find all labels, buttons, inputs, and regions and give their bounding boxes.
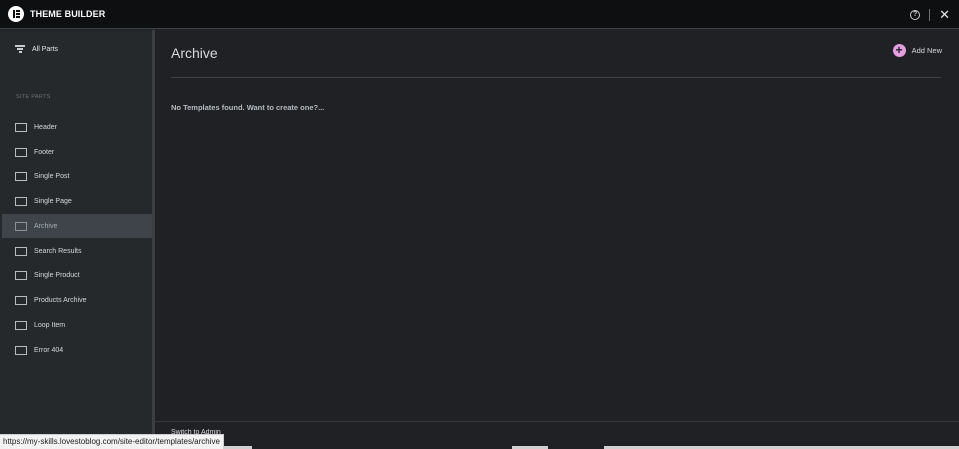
sidebar-item-single-post[interactable]: Single Post [2, 164, 153, 188]
main-content: Archive + Add New No Templates found. Wa… [155, 30, 959, 449]
sidebar-item-footer[interactable]: Footer [2, 140, 153, 164]
sidebar-item-single-page[interactable]: Single Page [2, 189, 153, 213]
sidebar-item-label: Search Results [34, 247, 82, 255]
sidebar-item-label: Error 404 [34, 346, 64, 354]
sidebar-item-label: Footer [34, 148, 55, 156]
close-icon[interactable]: ✕ [939, 8, 950, 21]
sidebar-item-archive[interactable]: Archive [2, 214, 153, 238]
topbar-actions: ? ✕ [910, 0, 950, 29]
page-title: Archive [171, 45, 218, 61]
single-product-icon [15, 270, 27, 280]
elementor-logo-icon [8, 6, 24, 22]
all-parts-filter[interactable]: All Parts [15, 45, 58, 53]
sidebar-item-products-archive[interactable]: Products Archive [2, 288, 153, 312]
sidebar-item-error-404[interactable]: Error 404 [2, 338, 153, 362]
filter-icon [15, 45, 25, 53]
plus-icon: + [892, 44, 906, 57]
sidebar-item-loop-item[interactable]: Loop Item [2, 313, 153, 337]
title-divider [171, 77, 941, 78]
sidebar-item-label: Loop Item [34, 321, 66, 329]
header-template-icon [15, 122, 27, 132]
error-404-icon [15, 345, 27, 355]
sidebar-item-header[interactable]: Header [2, 115, 153, 139]
sidebar-item-search-results[interactable]: Search Results [2, 239, 153, 263]
site-parts-heading: SITE PARTS [16, 94, 51, 100]
help-icon[interactable]: ? [910, 9, 921, 20]
sidebar-item-label: Single Page [34, 197, 72, 205]
add-new-button[interactable]: + Add New [892, 44, 942, 57]
sidebar-item-label: Products Archive [34, 296, 87, 304]
products-archive-icon [15, 295, 27, 305]
footer-template-icon [15, 147, 27, 157]
status-bar-url: https://my-skills.lovestoblog.com/site-e… [0, 434, 224, 449]
all-parts-label: All Parts [32, 45, 59, 53]
sidebar-item-label: Single Post [34, 172, 70, 180]
footer-divider [155, 421, 959, 422]
top-bar: THEME BUILDER ? ✕ [0, 0, 959, 29]
sidebar-item-single-product[interactable]: Single Product [2, 263, 153, 287]
topbar-divider [929, 8, 931, 21]
single-page-icon [15, 196, 27, 206]
add-new-label: Add New [911, 46, 942, 55]
archive-icon [15, 221, 27, 231]
sidebar-item-label: Header [34, 123, 57, 131]
sidebar: All Parts SITE PARTS Header Footer Singl… [0, 30, 153, 449]
app-title: THEME BUILDER [30, 9, 106, 19]
loop-item-icon [15, 320, 27, 330]
sidebar-item-label: Single Product [34, 271, 80, 279]
search-results-icon [15, 246, 27, 256]
single-post-icon [15, 171, 27, 181]
empty-state-message: No Templates found. Want to create one?.… [171, 103, 325, 112]
sidebar-item-label: Archive [34, 222, 58, 230]
theme-builder-window: THEME BUILDER ? ✕ All Parts SITE PARTS H… [0, 0, 959, 449]
